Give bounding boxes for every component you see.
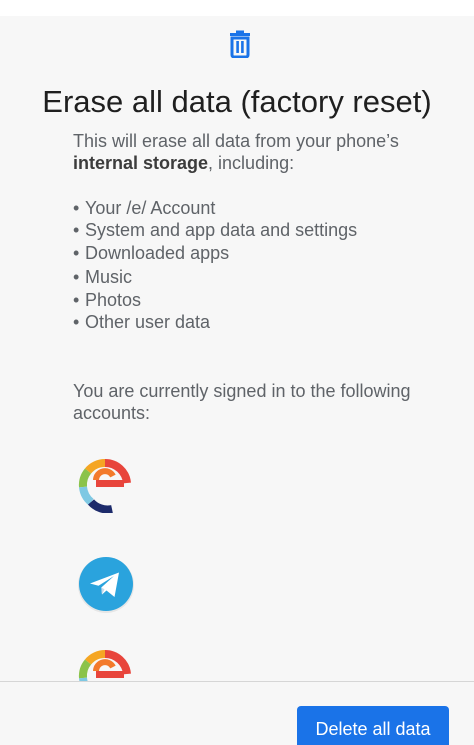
telegram-icon: [78, 557, 134, 613]
list-item: • Your /e/ Account: [73, 198, 216, 218]
signed-in-heading: You are currently signed in to the follo…: [73, 381, 411, 423]
list-item: • Downloaded apps: [73, 242, 230, 263]
e-account-icon: [78, 650, 131, 681]
scroll-content[interactable]: Erase all data (factory reset) This will…: [0, 16, 474, 681]
intro-text-bold: internal storage: [73, 153, 209, 173]
list-item: • Other user data: [73, 311, 211, 332]
page-title: Erase all data (factory reset): [42, 84, 432, 119]
list-item: • Photos: [73, 289, 142, 310]
intro-text-after: , including:: [208, 153, 295, 173]
list-item: • System and app data and settings: [73, 220, 358, 241]
erase-items-list: • Your /e/ Account • System and app data a…: [73, 197, 453, 333]
intro-text-before: This will erase all data from your phone…: [73, 131, 399, 151]
e-account-icon: [78, 459, 131, 513]
bottom-action-bar: Delete all data: [0, 681, 474, 745]
factory-reset-screen: Erase all data (factory reset) This will…: [0, 0, 474, 745]
status-bar-area: [0, 0, 474, 16]
intro-text: This will erase all data from your phone…: [73, 130, 443, 174]
list-item: • Music: [73, 267, 133, 288]
delete-all-data-button[interactable]: Delete all data: [297, 706, 449, 745]
trash-icon: [230, 30, 250, 58]
